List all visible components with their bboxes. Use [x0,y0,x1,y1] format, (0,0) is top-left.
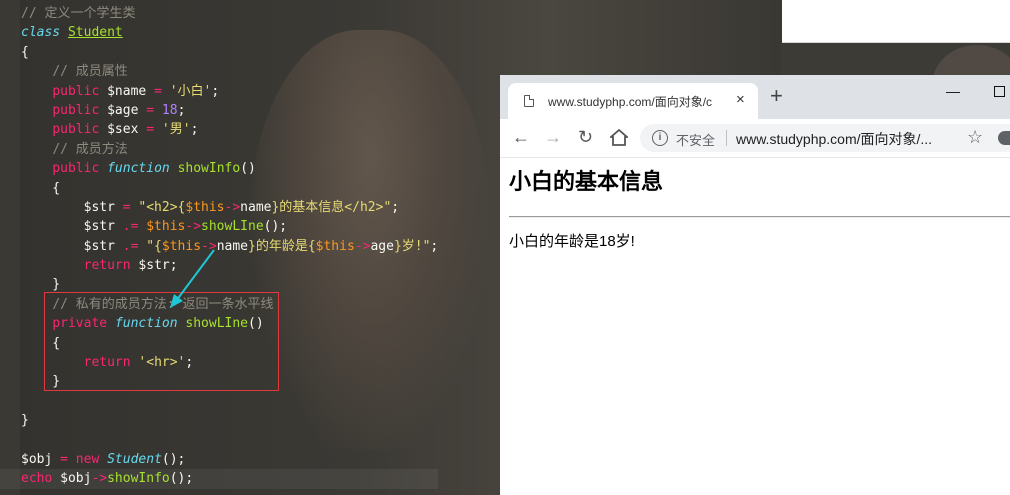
divider [726,130,727,146]
new-tab-button[interactable]: + [770,85,783,107]
forward-arrow-icon[interactable]: → [544,128,562,146]
star-icon[interactable]: ☆ [967,127,983,148]
background-window-titlebar [782,0,1010,43]
address-bar[interactable]: i 不安全 www.studyphp.com/面向对象/... ☆ [640,124,1010,152]
extension-icon[interactable] [998,131,1010,145]
page-icon [524,95,534,107]
browser-tab[interactable]: www.studyphp.com/面向对象/c × [508,83,758,119]
browser-window: www.studyphp.com/面向对象/c × + — ← → ↻ i 不安… [500,75,1010,495]
maximize-button[interactable] [994,86,1005,97]
browser-toolbar: ← → ↻ i 不安全 www.studyphp.com/面向对象/... ☆ [500,119,1010,158]
home-icon[interactable] [610,129,628,147]
horizontal-rule [509,216,1010,218]
page-paragraph: 小白的年龄是18岁! [509,233,635,250]
back-arrow-icon[interactable]: ← [512,128,530,146]
tab-close-button[interactable]: × [736,91,745,108]
reload-icon[interactable]: ↻ [578,128,593,146]
tab-strip: www.studyphp.com/面向对象/c × + — [500,75,1010,119]
page-content: 小白的基本信息 小白的年龄是18岁! [500,158,1010,495]
page-heading: 小白的基本信息 [509,169,664,194]
minimize-button[interactable]: — [946,83,960,99]
tab-title: www.studyphp.com/面向对象/c [548,95,713,109]
security-label: 不安全 [676,133,716,148]
url-text[interactable]: www.studyphp.com/面向对象/... [736,129,966,149]
info-icon[interactable]: i [652,130,668,146]
